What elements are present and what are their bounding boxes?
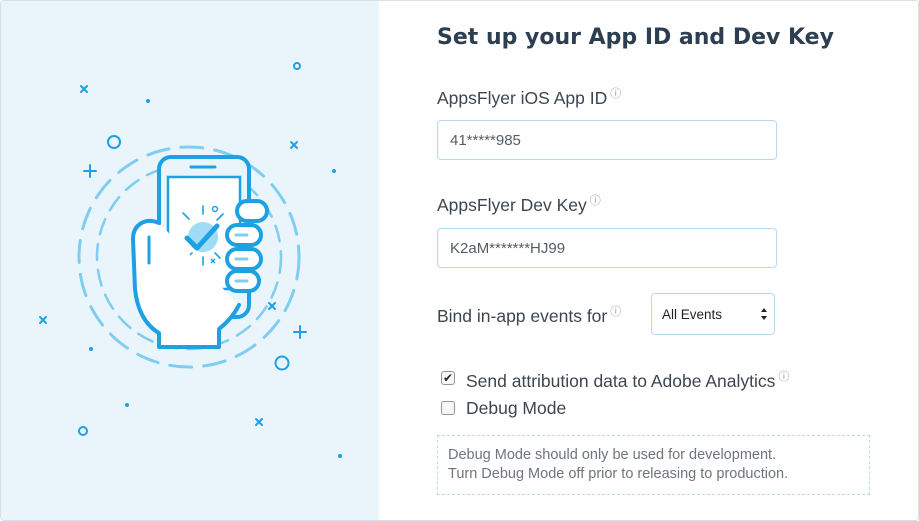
bind-events-label-text: Bind in-app events for — [437, 305, 608, 326]
setup-dialog: Set up your App ID and Dev Key AppsFlyer… — [0, 0, 919, 521]
bind-events-label: Bind in-app events for ⓘ — [437, 303, 621, 327]
debug-mode-note: Debug Mode should only be used for devel… — [437, 435, 870, 495]
illustration-panel — [1, 1, 379, 520]
dev-key-label: AppsFlyer Dev Key ⓘ — [437, 192, 601, 216]
phone-in-hand-checkmark-icon — [39, 62, 342, 458]
checkmark-icon: ✔ — [443, 371, 454, 385]
app-id-label: AppsFlyer iOS App ID ⓘ — [437, 85, 621, 109]
send-attribution-checkbox[interactable]: ✔ — [441, 371, 455, 385]
debug-mode-checkbox[interactable] — [441, 401, 455, 415]
info-icon[interactable]: ⓘ — [610, 306, 621, 318]
form-panel: Set up your App ID and Dev Key AppsFlyer… — [379, 1, 918, 520]
page-title: Set up your App ID and Dev Key — [437, 25, 834, 50]
info-icon[interactable]: ⓘ — [778, 371, 789, 383]
send-attribution-label[interactable]: Send attribution data to Adobe Analytics… — [466, 368, 789, 392]
info-icon[interactable]: ⓘ — [590, 195, 601, 207]
select-arrows-icon — [761, 308, 767, 320]
debug-note-line-2: Turn Debug Mode off prior to releasing t… — [448, 466, 789, 482]
app-id-label-text: AppsFlyer iOS App ID — [437, 87, 608, 108]
send-attribution-label-text: Send attribution data to Adobe Analytics — [466, 370, 776, 391]
app-id-input[interactable] — [437, 120, 777, 160]
dev-key-label-text: AppsFlyer Dev Key — [437, 194, 587, 215]
bind-events-selected-value: All Events — [662, 307, 723, 322]
bind-events-select[interactable]: All Events — [651, 293, 775, 335]
debug-note-line-1: Debug Mode should only be used for devel… — [448, 447, 777, 463]
dev-key-input[interactable] — [437, 228, 777, 268]
debug-mode-label[interactable]: Debug Mode — [466, 398, 566, 419]
info-icon[interactable]: ⓘ — [610, 88, 621, 100]
